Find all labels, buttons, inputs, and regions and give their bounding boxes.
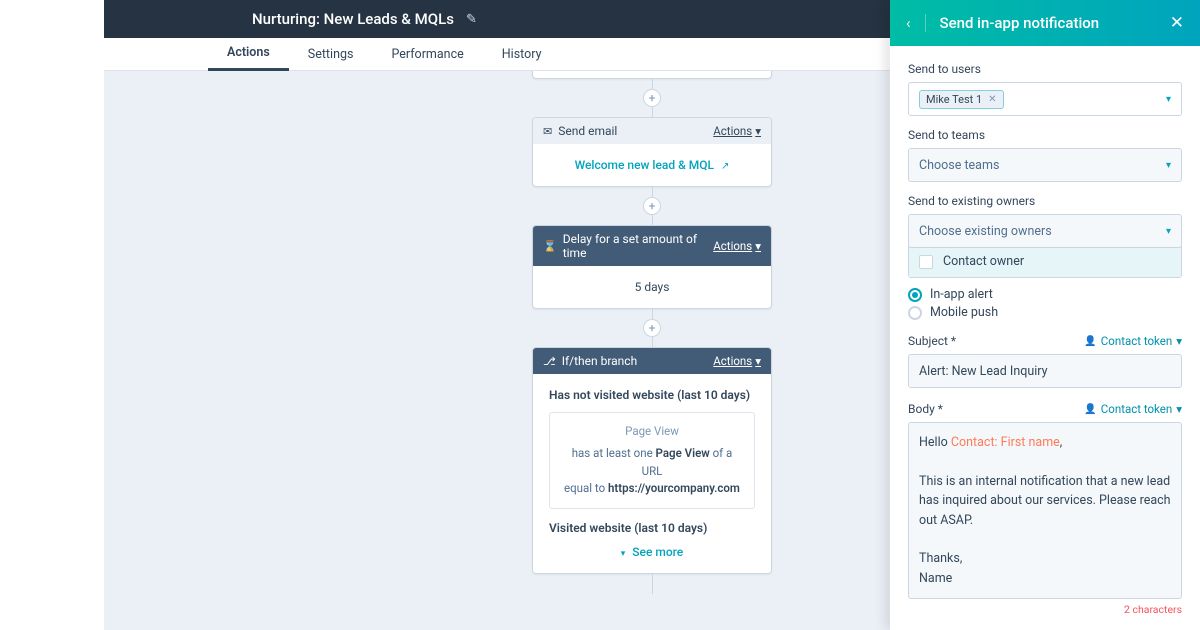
tab-actions[interactable]: Actions: [208, 38, 289, 71]
card-title: Send email: [558, 124, 617, 138]
branch-card[interactable]: ⎇ If/then branch Actions ▾ Has not visit…: [532, 347, 772, 574]
connector: [652, 309, 653, 319]
owners-dropdown: Contact owner: [908, 246, 1182, 278]
connector: [652, 187, 653, 197]
connector: [652, 215, 653, 225]
connector: [652, 79, 653, 89]
branch-1-title: Has not visited website (last 10 days): [549, 388, 755, 402]
envelope-icon: ✉: [543, 125, 552, 138]
connector: [652, 107, 653, 117]
back-icon[interactable]: ‹: [906, 14, 926, 32]
previous-card-edge: [532, 71, 772, 79]
workflow-title: Nurturing: New Leads & MQLs: [252, 10, 454, 28]
tab-settings[interactable]: Settings: [289, 38, 373, 71]
chip-remove-icon[interactable]: ✕: [988, 94, 996, 105]
person-icon: 👤: [1084, 404, 1096, 415]
radio-mobile-push[interactable]: Mobile push: [908, 305, 1182, 320]
filter-heading: Page View: [560, 423, 744, 441]
send-email-card[interactable]: ✉ Send email Actions ▾ Welcome new lead …: [532, 117, 772, 187]
card-title: Delay for a set amount of time: [563, 232, 714, 260]
tab-history[interactable]: History: [483, 38, 561, 71]
filter-box: Page View has at least one Page View of …: [549, 412, 755, 509]
card-title: If/then branch: [562, 354, 638, 368]
card-header: ⎇ If/then branch Actions ▾: [533, 348, 771, 374]
radio-in-app[interactable]: In-app alert: [908, 287, 1182, 302]
card-actions-menu[interactable]: Actions ▾: [713, 239, 761, 253]
caret-down-icon: ▾: [755, 124, 761, 138]
caret-down-icon: ▾: [1166, 226, 1171, 237]
card-actions-menu[interactable]: Actions ▾: [713, 354, 761, 368]
caret-down-icon: ▾: [1176, 334, 1182, 348]
panel-header: ‹ Send in-app notification ✕: [890, 0, 1200, 46]
plus-icon[interactable]: +: [643, 197, 661, 215]
body-label: Body *: [908, 402, 943, 416]
card-body: 5 days: [533, 266, 771, 308]
owners-label: Send to existing owners: [908, 194, 1182, 208]
card-body: Has not visited website (last 10 days) P…: [533, 374, 771, 573]
character-count: 2 characters: [908, 603, 1182, 616]
delay-card[interactable]: ⌛ Delay for a set amount of time Actions…: [532, 225, 772, 309]
tab-performance[interactable]: Performance: [372, 38, 482, 71]
workflow-flow: + ✉ Send email Actions ▾ Welcome new lea…: [532, 71, 772, 594]
teams-select[interactable]: Choose teams ▾: [908, 148, 1182, 182]
card-body: Welcome new lead & MQL ↗: [533, 144, 771, 186]
caret-down-icon: ▾: [755, 354, 761, 368]
panel-body: Send to users Mike Test 1 ✕ ▾ Send to te…: [890, 46, 1200, 630]
caret-down-icon: ▾: [1176, 402, 1182, 416]
filter-line-2: equal to https://yourcompany.com: [560, 480, 744, 498]
users-label: Send to users: [908, 62, 1182, 76]
side-panel: ‹ Send in-app notification ✕ Send to use…: [890, 0, 1200, 630]
teams-label: Send to teams: [908, 128, 1182, 142]
caret-down-icon: ▾: [755, 239, 761, 253]
connector: [652, 337, 653, 347]
connector: [652, 574, 653, 594]
branch-icon: ⎇: [543, 355, 556, 368]
radio-icon: [908, 306, 922, 320]
card-actions-menu[interactable]: Actions ▾: [713, 124, 761, 138]
user-chip: Mike Test 1 ✕: [919, 90, 1004, 109]
card-header: ⌛ Delay for a set amount of time Actions…: [533, 226, 771, 266]
subject-label: Subject *: [908, 334, 956, 348]
chevron-down-icon: ▾: [621, 549, 626, 559]
contact-token-button[interactable]: 👤 Contact token ▾: [1084, 402, 1182, 416]
body-textarea[interactable]: Hello Contact: First name, This is an in…: [908, 422, 1182, 599]
branch-2-title: Visited website (last 10 days): [549, 521, 755, 535]
caret-down-icon: ▾: [1166, 160, 1171, 171]
panel-title: Send in-app notification: [940, 14, 1170, 32]
page-gutter-left: [0, 0, 104, 630]
token-first-name: Contact: First name: [951, 435, 1060, 450]
see-more-button[interactable]: ▾ See more: [549, 545, 755, 559]
close-icon[interactable]: ✕: [1170, 13, 1184, 33]
person-icon: 👤: [1084, 336, 1096, 347]
owners-select[interactable]: Choose existing owners ▾: [908, 214, 1182, 248]
owners-option-contact-owner[interactable]: Contact owner: [909, 246, 1181, 277]
radio-icon: [908, 288, 922, 302]
contact-token-button[interactable]: 👤 Contact token ▾: [1084, 334, 1182, 348]
filter-line-1: has at least one Page View of a URL: [560, 445, 744, 481]
plus-icon[interactable]: +: [643, 319, 661, 337]
subject-input[interactable]: Alert: New Lead Inquiry: [908, 354, 1182, 388]
caret-down-icon: ▾: [1166, 94, 1171, 105]
email-link[interactable]: Welcome new lead & MQL ↗: [575, 158, 730, 172]
external-link-icon: ↗: [721, 161, 729, 172]
plus-icon[interactable]: +: [643, 89, 661, 107]
card-header: ✉ Send email Actions ▾: [533, 118, 771, 144]
hourglass-icon: ⌛: [543, 240, 557, 253]
checkbox-icon[interactable]: [919, 255, 933, 269]
pencil-icon[interactable]: ✎: [466, 12, 477, 27]
users-select[interactable]: Mike Test 1 ✕ ▾: [908, 82, 1182, 116]
